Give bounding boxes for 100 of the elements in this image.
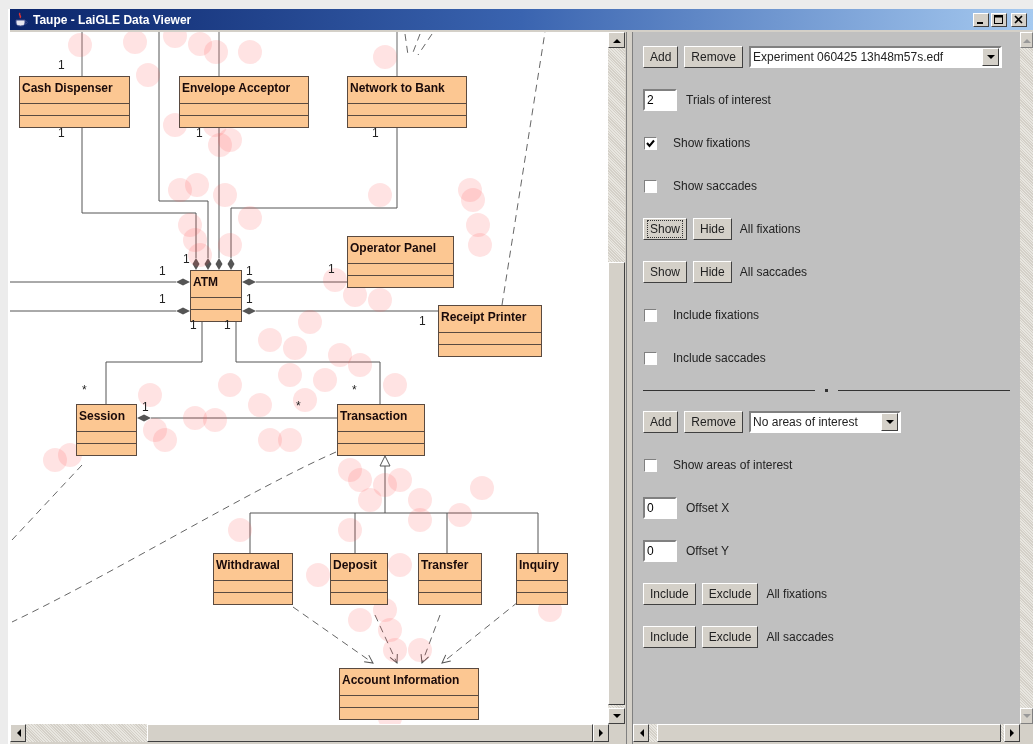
number-field[interactable]: 2 (643, 89, 677, 111)
fixation-dot (213, 183, 237, 207)
dropdown[interactable]: No areas of interest (749, 411, 902, 433)
fixation-dot (348, 353, 372, 377)
window-title: Taupe - LaiGLE Data Viewer (33, 12, 193, 27)
multiplicity-label: 1 (246, 264, 253, 278)
fixation-dot (283, 336, 307, 360)
class-name: Deposit (332, 557, 378, 574)
caret-icon (885, 419, 894, 425)
checkbox[interactable] (644, 136, 657, 150)
field-label: Trials of interest (686, 93, 771, 107)
scrollbar-thumb[interactable] (147, 724, 593, 742)
close-icon (1014, 14, 1024, 25)
fixation-dot (358, 488, 382, 512)
multiplicity-label: * (296, 399, 301, 413)
button[interactable]: Include (643, 583, 696, 605)
maximize-button[interactable] (991, 12, 1007, 27)
arrow-left-icon (15, 729, 21, 737)
fixation-dot (185, 173, 209, 197)
arrow-up-icon (612, 37, 621, 43)
fixation-dot (258, 328, 282, 352)
checkbox[interactable] (644, 351, 657, 365)
fixation-dot (278, 363, 302, 387)
fixation-dot (306, 563, 330, 587)
checkbox[interactable] (644, 179, 657, 193)
number-field[interactable]: 0 (643, 540, 677, 562)
fixation-dot (378, 618, 402, 642)
button[interactable]: Show (643, 261, 688, 283)
fixation-dot (183, 406, 207, 430)
checkbox-label: Show areas of interest (673, 458, 793, 472)
button[interactable]: Remove (684, 411, 744, 433)
scrollbar-thumb[interactable] (608, 262, 625, 705)
maximize-icon (994, 14, 1004, 25)
button[interactable]: Add (643, 411, 679, 433)
arrow-up-icon (1022, 37, 1031, 43)
fixation-dot (373, 45, 397, 69)
field-label: Offset Y (686, 544, 729, 558)
scroll-up-button[interactable] (608, 32, 625, 48)
scroll-right-button[interactable] (593, 724, 609, 742)
scroll-right-button[interactable] (1004, 724, 1020, 742)
arrow-right-icon (1009, 729, 1015, 737)
button[interactable]: Add (643, 46, 679, 68)
fixation-dot (388, 553, 412, 577)
fixation-dot (218, 128, 242, 152)
fixation-dot (208, 133, 232, 157)
multiplicity-label: 1 (159, 264, 166, 278)
checkbox[interactable] (644, 458, 657, 472)
association-line (218, 32, 220, 77)
button[interactable]: Hide (693, 261, 732, 283)
fixation-dot (58, 443, 82, 467)
fixation-dot (203, 408, 227, 432)
caret-icon (986, 54, 995, 60)
multiplicity-label: 1 (196, 126, 203, 140)
close-button[interactable] (1011, 12, 1027, 27)
button[interactable]: Show (643, 218, 688, 240)
fixation-dot (388, 468, 412, 492)
arrow-down-icon (1022, 713, 1031, 719)
fixation-dot (468, 233, 492, 257)
multiplicity-label: 1 (142, 400, 149, 414)
minimize-button[interactable] (973, 12, 989, 27)
button[interactable]: Remove (684, 46, 744, 68)
button[interactable]: Include (643, 626, 696, 648)
fixation-dot (298, 310, 322, 334)
cup-icon (13, 11, 29, 28)
multiplicity-label: 1 (372, 126, 379, 140)
checkbox-label: Include saccades (673, 351, 766, 365)
fixation-dot (368, 183, 392, 207)
row-label: All saccades (766, 630, 834, 644)
scroll-down-button[interactable] (608, 708, 625, 724)
dashed-line (404, 33, 433, 56)
multiplicity-label: 1 (224, 318, 231, 332)
fixation-dot (204, 40, 228, 64)
number-field[interactable]: 0 (643, 497, 677, 519)
fixation-dot (183, 228, 207, 252)
class-name: Operator Panel (349, 240, 438, 257)
association-line (396, 32, 398, 77)
scroll-left-button[interactable] (10, 724, 26, 742)
class-name: Inquiry (518, 557, 560, 574)
button[interactable]: Exclude (701, 583, 759, 605)
fixation-dot (313, 368, 337, 392)
fixation-dot (383, 373, 407, 397)
row-label: All saccades (739, 265, 808, 279)
dropdown[interactable]: Experiment 060425 13h48m57s.edf (749, 46, 1003, 68)
class-name: Transaction (339, 408, 409, 425)
fixation-dot (278, 428, 302, 452)
multiplicity-label: * (352, 383, 357, 397)
checkbox[interactable] (644, 308, 657, 322)
scroll-left-button[interactable] (633, 724, 649, 742)
fixation-dot (408, 638, 432, 662)
class-name: Network to Bank (349, 80, 446, 97)
button[interactable]: Hide (693, 218, 732, 240)
fixation-dot (136, 63, 160, 87)
button[interactable]: Exclude (701, 626, 759, 648)
arrow-down-icon (612, 713, 621, 719)
class-name: Envelope Acceptor (181, 80, 292, 97)
row-label: All fixations (766, 587, 828, 601)
field-label: Offset X (686, 501, 730, 515)
arrow-right-icon (598, 729, 604, 737)
multiplicity-label: 1 (419, 314, 426, 328)
fixation-dot (338, 518, 362, 542)
